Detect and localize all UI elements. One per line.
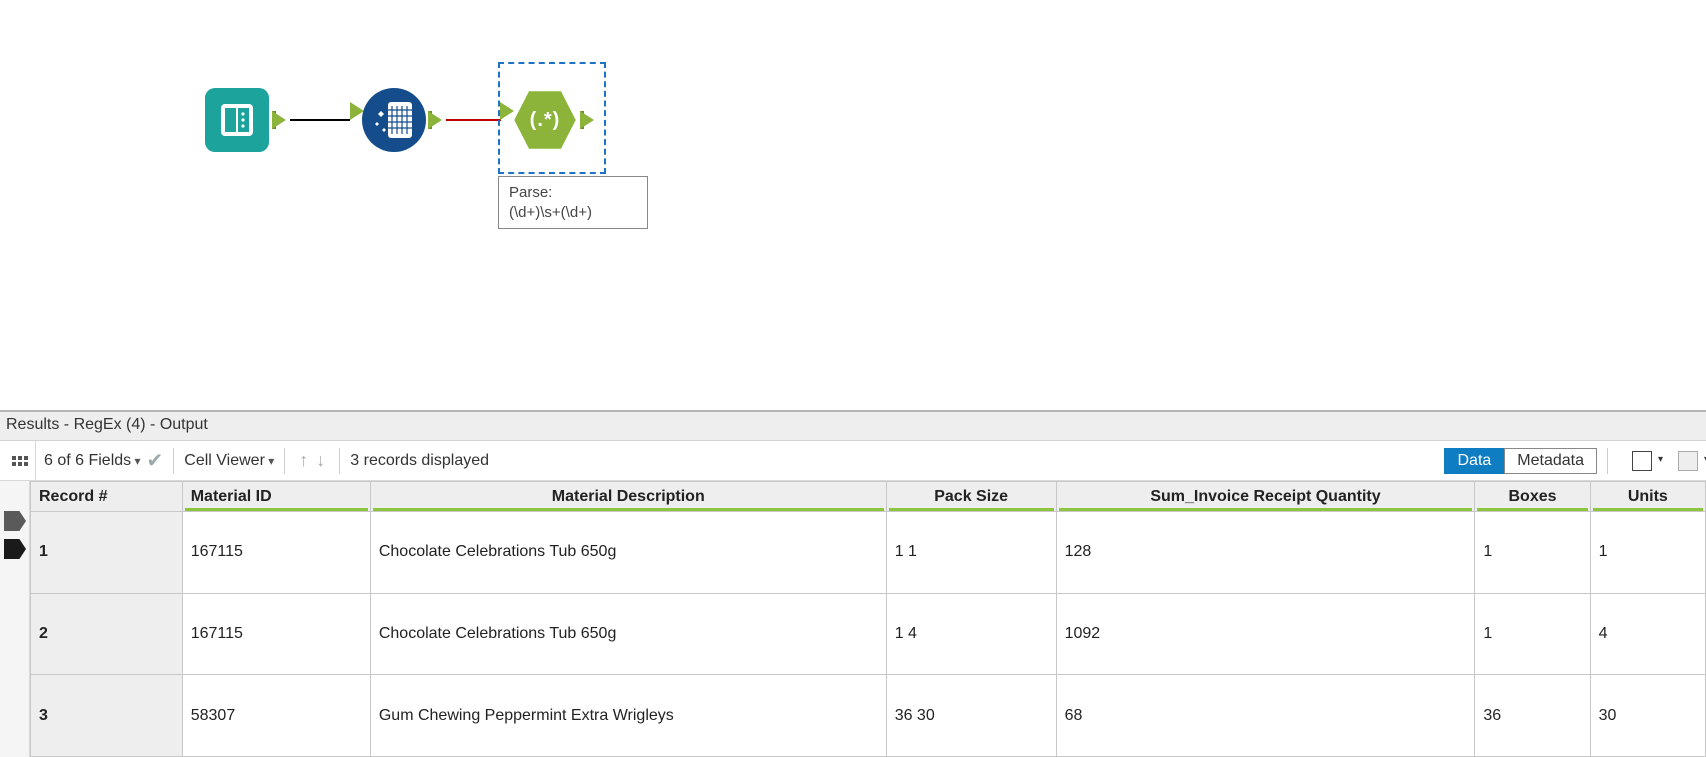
tool-annotation[interactable]: Parse: (\d+)\s+(\d+): [498, 176, 648, 229]
anchor-gutter: [0, 481, 30, 757]
records-count-label: 3 records displayed: [350, 452, 489, 470]
results-toolbar: 6 of 6 Fields ✔ Cell Viewer ↑ ↓ 3 record…: [0, 441, 1706, 481]
results-title: Results - RegEx (4) - Output: [0, 412, 1706, 441]
regex-icon-label: (.*): [530, 109, 561, 132]
col-sum-invoice: Sum_Invoice Receipt Quantity: [1056, 482, 1475, 512]
col-material-id: Material ID: [182, 482, 370, 512]
input-anchor-tag[interactable]: [4, 511, 26, 531]
regex-icon: (.*): [513, 88, 577, 152]
view-tabs: Data Metadata: [1444, 448, 1597, 474]
connection-wire: [290, 119, 350, 121]
col-boxes: Boxes: [1475, 482, 1590, 512]
sort-asc-icon[interactable]: ↑: [299, 450, 308, 471]
tool-data-cleansing[interactable]: [362, 88, 426, 152]
col-units: Units: [1590, 482, 1705, 512]
sort-desc-icon[interactable]: ↓: [316, 450, 325, 471]
tool-input-data[interactable]: [205, 88, 269, 152]
results-grid[interactable]: Record # Material ID Material Descriptio…: [30, 481, 1706, 757]
output-anchor-tag[interactable]: [4, 539, 26, 559]
output-anchor[interactable]: [580, 111, 583, 129]
annotation-line1: Parse:: [509, 183, 637, 203]
tool-regex[interactable]: (.*): [513, 88, 577, 152]
col-material-description: Material Description: [370, 482, 886, 512]
output-anchor[interactable]: [428, 111, 431, 129]
col-record: Record #: [31, 482, 183, 512]
tab-metadata[interactable]: Metadata: [1504, 448, 1597, 474]
output-anchor[interactable]: [272, 111, 275, 129]
col-pack-size: Pack Size: [886, 482, 1056, 512]
table-row[interactable]: 3 58307 Gum Chewing Peppermint Extra Wri…: [31, 675, 1706, 757]
annotation-line2: (\d+)\s+(\d+): [509, 203, 637, 223]
copy-icon[interactable]: [1678, 451, 1698, 471]
input-data-icon: [205, 88, 269, 152]
table-row[interactable]: 2 167115 Chocolate Celebrations Tub 650g…: [31, 593, 1706, 675]
header-row: Record # Material ID Material Descriptio…: [31, 482, 1706, 512]
apply-check-icon[interactable]: ✔: [147, 448, 164, 473]
cell-viewer-dropdown[interactable]: Cell Viewer: [184, 452, 274, 470]
results-panel: Results - RegEx (4) - Output 6 of 6 Fiel…: [0, 410, 1706, 757]
fields-dropdown[interactable]: 6 of 6 Fields: [44, 452, 141, 470]
tab-data[interactable]: Data: [1444, 448, 1504, 474]
data-cleansing-icon: [362, 88, 426, 152]
connection-wire: [446, 119, 501, 121]
workflow-canvas[interactable]: (.*) Parse: (\d+)\s+(\d+): [0, 0, 1706, 410]
toolbar-config-icon[interactable]: [6, 441, 36, 480]
actions-menu-icon[interactable]: [1632, 451, 1652, 471]
table-row[interactable]: 1 167115 Chocolate Celebrations Tub 650g…: [31, 512, 1706, 594]
